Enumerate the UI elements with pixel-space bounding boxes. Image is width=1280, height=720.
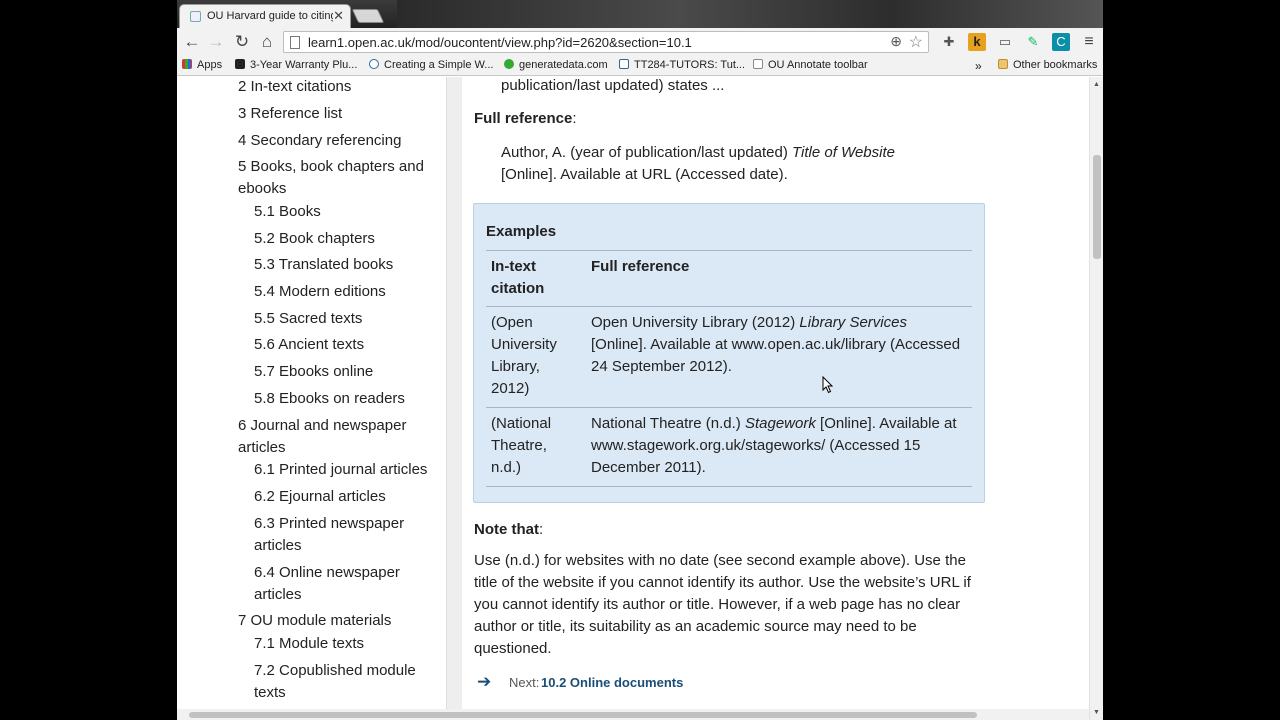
folder-icon [998,59,1008,69]
browser-window: OU Harvard guide to citing ✕ ← → ↻ ⌂ lea… [177,0,1103,720]
examples-box: Examples In-text citation Full reference… [473,203,985,503]
other-bookmarks[interactable]: Other bookmarks [998,59,1097,71]
url-text[interactable]: learn1.open.ac.uk/mod/oucontent/view.php… [308,35,692,50]
scroll-thumb[interactable] [1093,155,1101,259]
toc-item[interactable]: 4 Secondary referencing [238,130,443,152]
page-content: 2 In-text citations 3 Reference list 4 S… [177,77,1103,720]
scroll-down-icon[interactable]: ▼ [1093,709,1100,716]
toc-item[interactable]: 6.4 Online newspaper articles [254,562,439,606]
next-target[interactable]: 10.2 Online documents [541,675,683,690]
globe-icon [369,59,379,69]
menu-icon[interactable]: ≡ [1080,33,1098,51]
page-icon [753,59,763,69]
toc-item[interactable]: 5.7 Ebooks online [254,361,439,383]
more-bookmarks-icon[interactable]: » [975,59,982,73]
divider [486,250,972,251]
examples-heading: Examples [486,223,557,240]
puzzle-icon[interactable]: ✚ [940,33,958,51]
toc-item[interactable]: 5.5 Sacred texts [254,308,439,330]
full-reference-heading: Full reference: [474,110,577,127]
table-of-contents: 2 In-text citations 3 Reference list 4 S… [177,77,446,720]
bookmark-creating[interactable]: Creating a Simple W... [369,59,493,71]
shield-icon [619,59,629,69]
sidebar-divider[interactable] [446,77,462,720]
divider [486,306,972,307]
toc-item[interactable]: 6.3 Printed newspaper articles [254,513,439,557]
bookmark-tt284[interactable]: TT284-TUTORS: Tut... [619,59,745,71]
scroll-up-icon[interactable]: ▲ [1093,81,1100,88]
new-tab-button[interactable] [351,9,385,23]
tab-title: OU Harvard guide to citing [207,10,333,22]
bookmark-generatedata[interactable]: generatedata.com [504,59,608,71]
toc-item[interactable]: 7.1 Module texts [254,633,439,655]
vertical-scrollbar[interactable]: ▲ ▼ [1089,77,1103,720]
back-arrow-icon[interactable]: ← [181,31,203,53]
toc-item[interactable]: 7.2 Copublished module texts [254,660,439,704]
reference-format: Author, A. (year of publication/last upd… [501,144,895,183]
toc-item[interactable]: 7 OU module materials [238,610,443,632]
note-text: Use (n.d.) for websites with no date (se… [474,552,971,657]
toc-item[interactable]: 2 In-text citations [238,76,443,98]
toc-item[interactable]: 5.4 Modern editions [254,281,439,303]
divider [486,407,972,408]
pen-icon[interactable]: ✎ [1024,33,1042,51]
main-article: publication/last updated) states ... Ful… [462,77,1088,720]
arrow-right-icon: ➔ [477,672,492,691]
amazon-icon [235,59,245,69]
reference-cell: Open University Library (2012) Library S… [591,314,961,375]
bookmark-ou-annotate[interactable]: OU Annotate toolbar [753,59,868,71]
toc-item[interactable]: 6.1 Printed journal articles [254,459,439,481]
toc-item[interactable]: 5.3 Translated books [254,254,439,276]
reference-cell: National Theatre (n.d.) Stagework [Onlin… [591,415,957,476]
bookmark-star-icon[interactable]: ☆ [909,32,923,52]
zoom-icon[interactable]: ⊕ [890,33,902,50]
col-header-reference: Full reference [591,258,690,275]
toc-item[interactable]: 5.2 Book chapters [254,228,439,250]
toc-item[interactable]: 5 Books, book chapters and ebooks [238,156,443,200]
tab-strip: OU Harvard guide to citing ✕ [177,0,1103,28]
toc-item[interactable]: 3 Reference list [238,103,443,125]
favicon-icon [190,11,201,22]
generatedata-icon [504,59,514,69]
reload-icon[interactable]: ↻ [231,31,253,53]
divider [486,486,972,487]
toc-item[interactable]: 6 Journal and newspaper articles [238,415,443,459]
desktop-background [397,0,1103,28]
home-icon[interactable]: ⌂ [256,31,278,53]
citation-cell: (National Theatre, n.d.) [491,415,552,476]
toc-item[interactable]: 5.1 Books [254,201,439,223]
scroll-thumb[interactable] [189,712,977,718]
page-icon [290,36,300,49]
note-heading: Note that: [474,521,544,538]
address-bar[interactable]: learn1.open.ac.uk/mod/oucontent/view.php… [283,31,929,53]
toc-item[interactable]: 5.6 Ancient texts [254,334,439,356]
intro-tail-text: publication/last updated) states ... [501,77,725,94]
horizontal-scrollbar[interactable] [177,709,1089,720]
bookmark-apps[interactable]: Apps [182,59,222,71]
forward-arrow-icon[interactable]: → [205,31,227,53]
col-header-citation: In-text citation [491,258,545,297]
next-label: Next: [509,675,540,690]
k-icon[interactable]: k [968,33,986,51]
apps-icon [182,59,192,69]
c-icon[interactable]: C [1052,33,1070,51]
mouse-cursor-icon [822,376,834,394]
bookmarks-bar: Apps 3-Year Warranty Plu... Creating a S… [177,56,1103,76]
toc-item[interactable]: 5.8 Ebooks on readers [254,388,439,410]
browser-toolbar: ← → ↻ ⌂ learn1.open.ac.uk/mod/oucontent/… [177,28,1103,56]
close-tab-icon[interactable]: ✕ [333,8,344,24]
citation-cell: (Open University Library, 2012) [491,314,557,397]
cast-icon[interactable]: ▭ [996,33,1014,51]
bookmark-warranty[interactable]: 3-Year Warranty Plu... [235,59,357,71]
browser-tab[interactable]: OU Harvard guide to citing ✕ [179,4,351,28]
toc-item[interactable]: 6.2 Ejournal articles [254,486,439,508]
